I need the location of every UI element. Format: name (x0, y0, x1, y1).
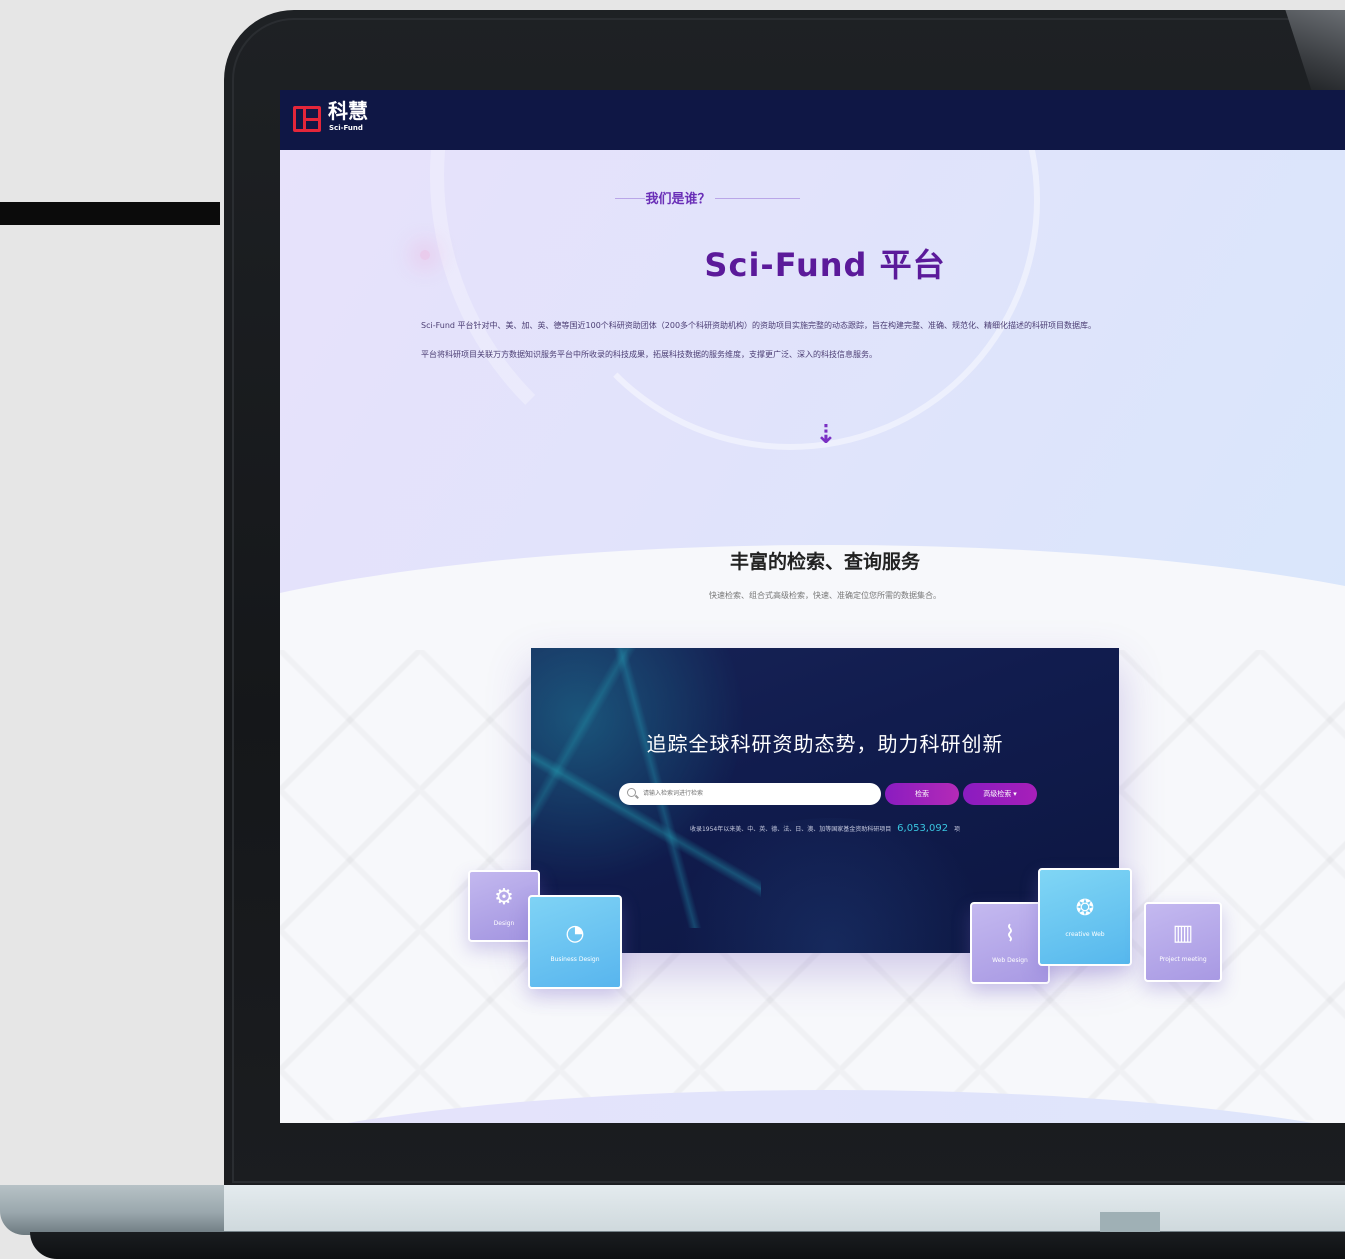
bar-chart-icon: ▥ (1172, 920, 1194, 946)
card-label: Design (493, 919, 515, 927)
card-label: Web Design (992, 956, 1028, 964)
pie-chart-icon: ◔ (565, 920, 585, 946)
project-meeting-card[interactable]: ▥ Project meeting (1144, 902, 1222, 982)
top-navbar: 科慧 Sci-Fund (280, 90, 1345, 150)
hero-description-line-2: 平台将科研项目关联万方数据知识服务平台中所收录的科技成果，拓展科技数据的服务维度… (421, 350, 877, 359)
card-label: Project meeting (1159, 955, 1207, 963)
stats-number: 6,053,092 (897, 823, 949, 834)
advanced-search-button[interactable]: 高级检索 ▾ (963, 783, 1037, 805)
stats-unit: 项 (954, 826, 961, 833)
panel-title: 追踪全球科研资助态势，助力科研创新 (646, 732, 1004, 756)
search-icon (627, 788, 636, 797)
scroll-down-arrow-icon[interactable]: ⇣ (815, 420, 837, 450)
creative-web-card[interactable]: ❂ creative Web (1038, 868, 1132, 966)
head-gear-icon: ❂ (1075, 895, 1095, 921)
laptop-mockup: 科慧 Sci-Fund 我们是谁？ Sci-Fund 平台 Sci-Fund 平… (0, 0, 1345, 1259)
service-subtitle: 快速检索、组合式高级检索，快速、准确定位您所需的数据集合。 (709, 591, 941, 600)
website-screen: 科慧 Sci-Fund 我们是谁？ Sci-Fund 平台 Sci-Fund 平… (280, 90, 1345, 1123)
search-button[interactable]: 检索 (885, 783, 959, 805)
left-bar-decoration (0, 202, 220, 225)
laptop-base-bottom (30, 1232, 1345, 1259)
business-design-card[interactable]: ◔ Business Design (528, 895, 622, 989)
laptop-notch (1100, 1212, 1160, 1234)
laptop-hinge (224, 1185, 1345, 1231)
eyebrow-line-right (715, 198, 800, 199)
hero-description-line-1: Sci-Fund 平台针对中、美、加、英、德等国近100个科研资助团体（200多… (421, 321, 1097, 330)
card-label: Business Design (550, 955, 600, 963)
paperclip-icon: ⌇ (1004, 921, 1016, 947)
search-input[interactable] (619, 783, 881, 805)
hero-eyebrow: 我们是谁？ (645, 192, 711, 207)
card-label: creative Web (1065, 930, 1105, 938)
stats-line: 收录1954年以来美、中、英、德、法、日、澳、加等国家基金资助科研项目 6,05… (531, 823, 1119, 834)
service-title: 丰富的检索、查询服务 (729, 551, 920, 573)
logo-subtitle: Sci-Fund (329, 124, 363, 132)
hero-title: Sci-Fund 平台 (704, 246, 946, 284)
logo-name[interactable]: 科慧 (328, 100, 368, 122)
logo-icon[interactable] (293, 106, 321, 132)
gear-icon: ⚙ (494, 884, 514, 910)
stats-text: 收录1954年以来美、中、英、德、法、日、澳、加等国家基金资助科研项目 (689, 826, 892, 833)
